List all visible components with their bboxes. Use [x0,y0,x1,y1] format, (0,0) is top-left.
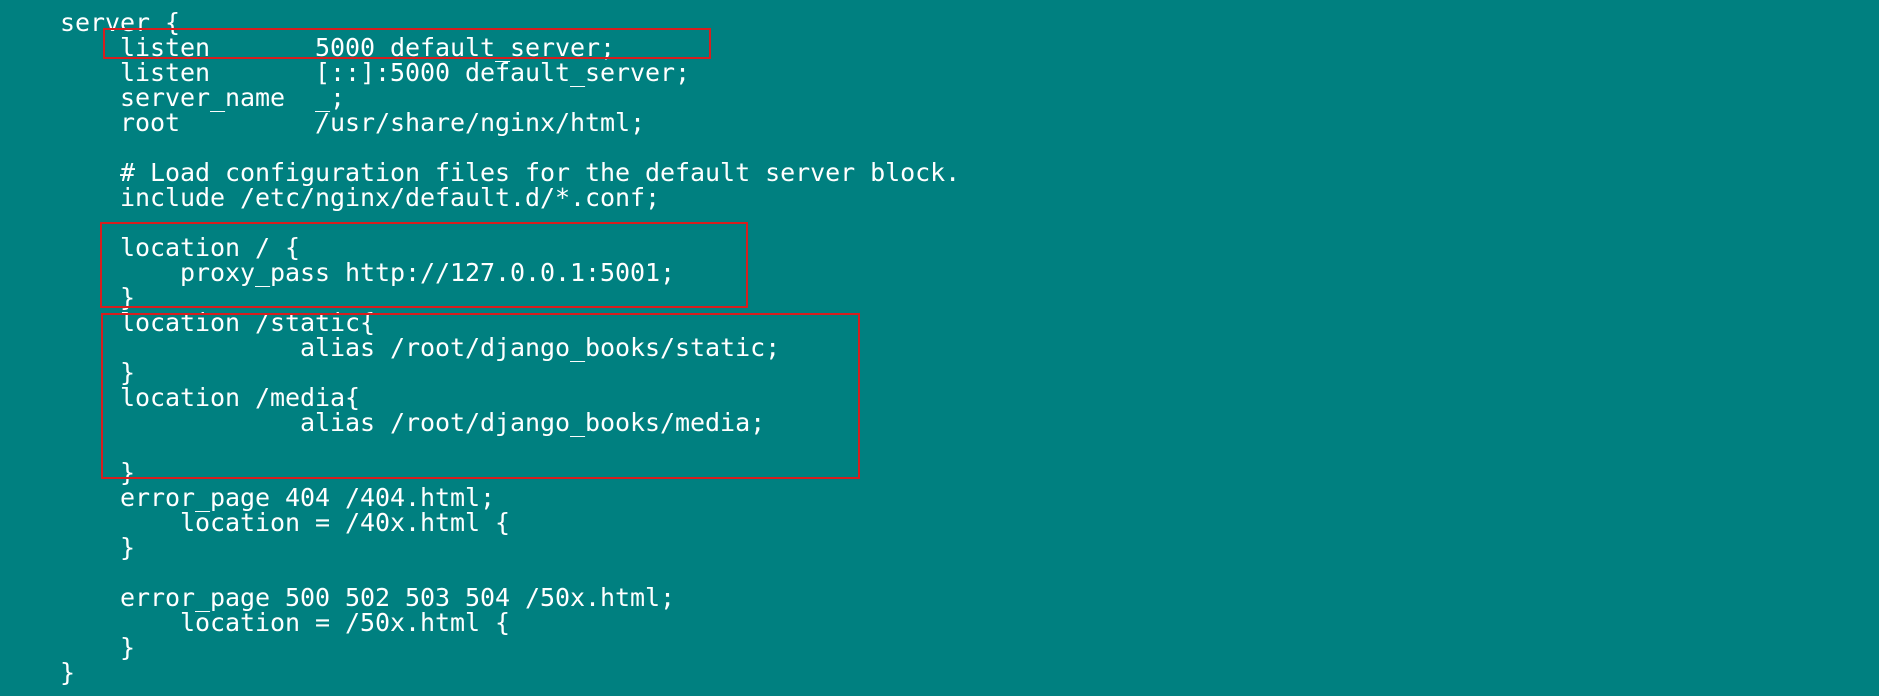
code-line: } [0,658,76,687]
code-line: alias /root/django_books/media; [0,408,766,437]
code-line: listen 5000 default_server; [0,33,616,62]
code-line: } [0,358,136,387]
code-line: } [0,533,136,562]
code-line: # Load configuration files for the defau… [0,158,961,187]
code-line: include /etc/nginx/default.d/*.conf; [0,183,661,212]
code-line: location / { [0,233,301,262]
code-line: location = /40x.html { [0,508,511,537]
code-line: } [0,283,136,312]
code-line: location /media{ [0,383,361,412]
code-line: location = /50x.html { [0,608,511,637]
terminal-window[interactable]: server { listen 5000 default_server; lis… [0,0,1879,696]
code-line: } [0,633,136,662]
code-line: server_name _; [0,83,346,112]
code-line: listen [::]:5000 default_server; [0,58,691,87]
code-line: } [0,458,136,487]
code-line: root /usr/share/nginx/html; [0,108,646,137]
code-line: proxy_pass http://127.0.0.1:5001; [0,258,676,287]
code-line: error_page 500 502 503 504 /50x.html; [0,583,676,612]
code-line: server { [0,8,181,37]
code-line: alias /root/django_books/static; [0,333,781,362]
code-line: location /static{ [0,308,376,337]
code-line: error_page 404 /404.html; [0,483,496,512]
